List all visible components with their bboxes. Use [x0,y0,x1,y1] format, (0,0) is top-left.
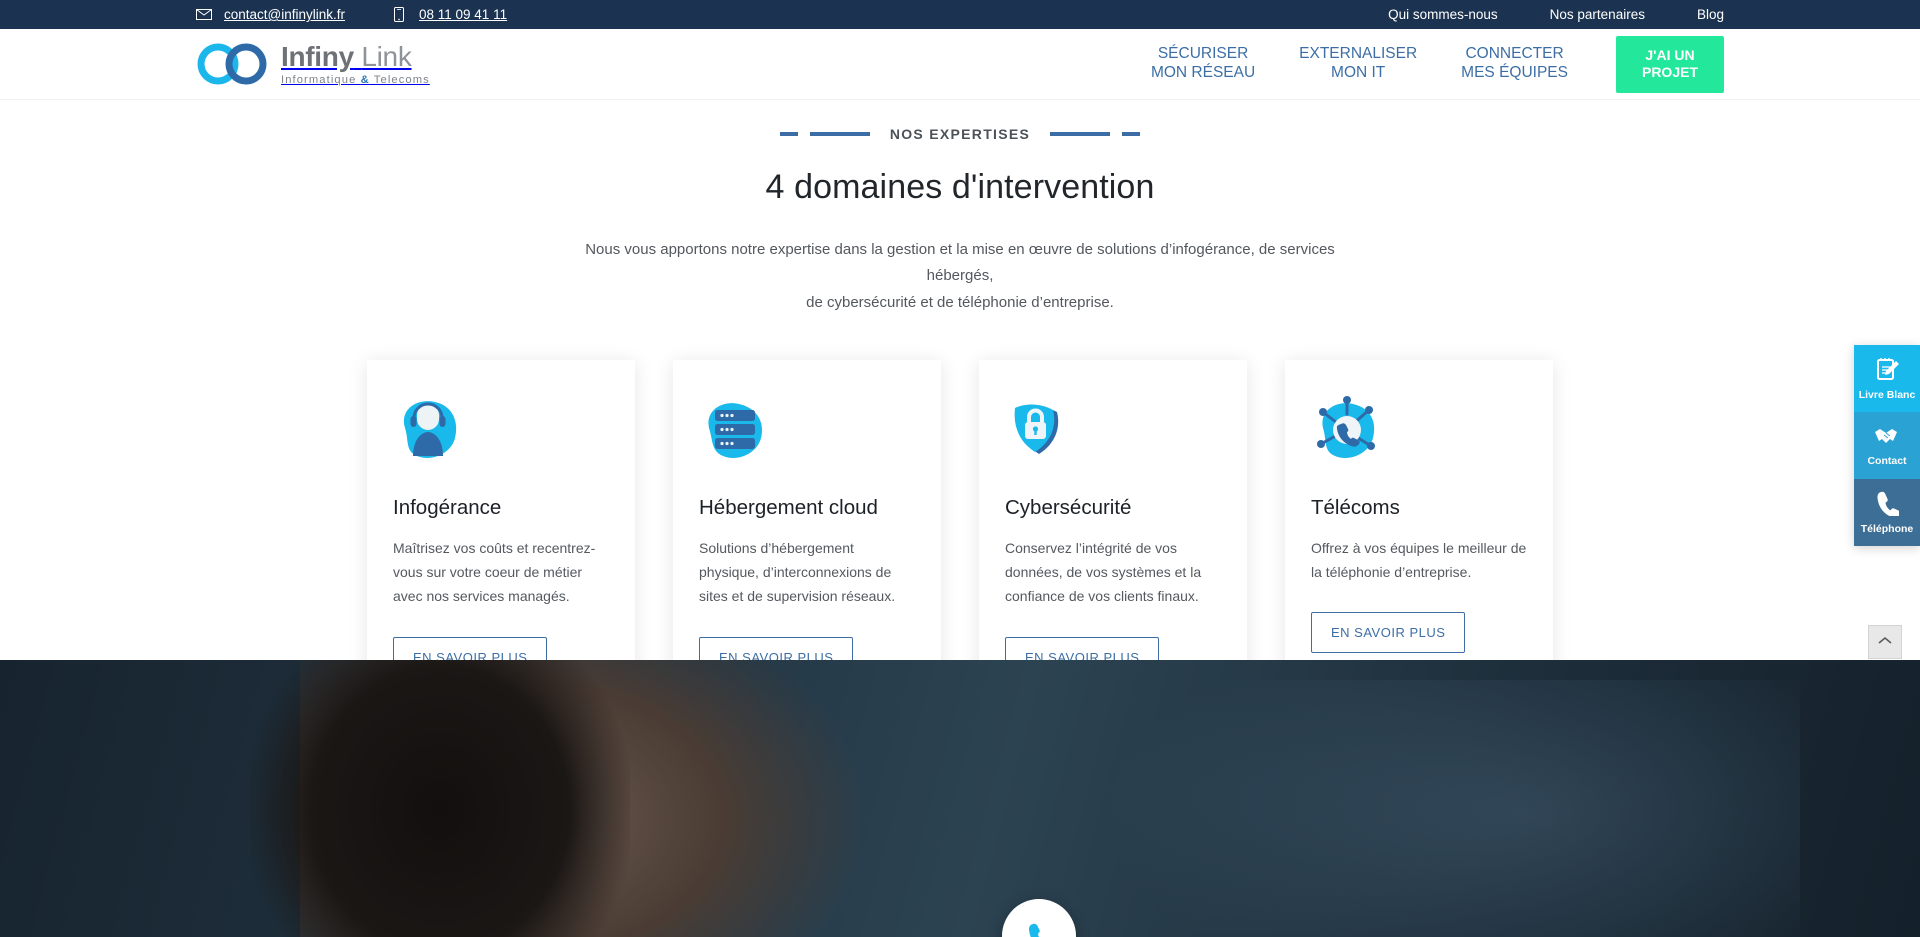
nav-item-externaliser-mon-it[interactable]: EXTERNALISER MON IT [1277,45,1439,83]
card-text: Offrez à vos équipes le meilleur de la t… [1311,539,1527,581]
cta-jai-un-projet-button[interactable]: J'AI UN PROJET [1615,35,1724,93]
handshake-icon [1873,424,1901,451]
nav-item-connecter-mes-equipes[interactable]: CONNECTER MES ÉQUIPES [1439,45,1590,83]
cta-line-2: PROJET [1641,64,1698,80]
section-description-line-2: de cybersécurité et de téléphonie d’entr… [806,293,1114,311]
card-title: Cybersécurité [1005,495,1132,519]
eyebrow-dash-left-long [809,132,870,136]
phone-icon [1875,490,1901,519]
photo-glow [1100,680,1800,937]
card-button-en-savoir-plus[interactable]: EN SAVOIR PLUS [1311,612,1466,654]
dock-label: Contact [1867,455,1907,467]
dock-item-telephone[interactable]: Téléphone [1854,479,1920,546]
side-dock: Livre Blanc Contact Téléphone [1854,345,1920,546]
card-title: Infogérance [393,495,502,519]
nav-line-2: MES ÉQUIPES [1461,64,1568,81]
nav-line-2: MON RÉSEAU [1150,64,1256,81]
section-description: Nous vous apportons notre expertise dans… [570,237,1350,316]
nav-line-1: SÉCURISER [1157,45,1249,63]
page-title: 4 domaines d'intervention [765,168,1155,206]
topbar-link-qui-sommes-nous[interactable]: Qui sommes-nous [1388,7,1498,22]
dock-item-contact[interactable]: Contact [1854,412,1920,479]
topbar-contact-group: contact@infinylink.fr 08 11 09 41 11 [196,7,507,23]
hero-photo-band [0,660,1920,937]
main-navigation: SÉCURISER MON RÉSEAU EXTERNALISER MON IT… [1129,35,1724,93]
topbar-email[interactable]: contact@infinylink.fr [196,7,345,23]
envelope-icon [196,7,212,23]
topbar-phone-text: 08 11 09 41 11 [419,7,508,22]
logo-name-light: Link [361,41,412,73]
card-text: Maîtrisez vos coûts et recentrez-vous su… [393,539,596,605]
chevron-up-icon [1878,633,1892,651]
cta-line-1: J'AI UN [1645,46,1695,63]
logo-text: Infiny Link Informatique & Telecoms [281,41,430,86]
infinity-logo-icon [196,41,271,87]
nav-line-2: MON IT [1331,64,1386,81]
nav-item-securiser-mon-reseau[interactable]: SÉCURISER MON RÉSEAU [1129,45,1277,83]
dock-label: Livre Blanc [1858,389,1916,401]
phone-network-icon [1311,394,1527,466]
topbar-nav: Qui sommes-nous Nos partenaires Blog [1388,7,1724,22]
eyebrow-label: NOS EXPERTISES [889,126,1031,142]
notepad-pencil-icon [1874,356,1900,385]
logo[interactable]: Infiny Link Informatique & Telecoms [196,41,430,87]
headset-agent-icon [393,394,609,466]
scroll-to-top-button[interactable] [1868,625,1902,659]
expertises-section: NOS EXPERTISES 4 domaines d'intervention… [0,100,1920,718]
section-description-line-1: Nous vous apportons notre expertise dans… [585,241,1335,285]
mobile-phone-icon [391,7,407,23]
topbar-link-blog[interactable]: Blog [1697,7,1724,22]
server-stack-icon [699,394,915,466]
dock-item-livre-blanc[interactable]: Livre Blanc [1854,345,1920,412]
photo-person-hair [250,660,630,937]
nav-line-1: EXTERNALISER [1299,45,1418,63]
card-title: Télécoms [1311,495,1400,519]
topbar-phone[interactable]: 08 11 09 41 11 [391,7,507,23]
section-eyebrow: NOS EXPERTISES [0,126,1920,142]
eyebrow-dash-right-long [1050,132,1111,136]
dock-label: Téléphone [1860,523,1914,535]
site-header: Infiny Link Informatique & Telecoms SÉCU… [0,29,1920,100]
logo-tagline: Informatique & Telecoms [281,74,430,87]
utility-topbar: contact@infinylink.fr 08 11 09 41 11 Qui… [0,0,1920,29]
card-title: Hébergement cloud [699,495,878,519]
card-text: Conservez l’intégrité de vos données, de… [1005,539,1202,605]
card-text: Solutions d’hébergement physique, d’inte… [699,539,896,605]
nav-line-1: CONNECTER [1465,45,1564,63]
phone-icon [1026,921,1052,937]
topbar-link-nos-partenaires[interactable]: Nos partenaires [1550,7,1645,22]
eyebrow-dash-left-small [779,132,798,136]
topbar-email-text: contact@infinylink.fr [224,7,345,22]
logo-name-bold: Infiny [281,41,354,73]
eyebrow-dash-right-small [1122,132,1141,136]
phone-floating-button[interactable] [1002,899,1076,937]
shield-lock-icon [1005,394,1221,466]
